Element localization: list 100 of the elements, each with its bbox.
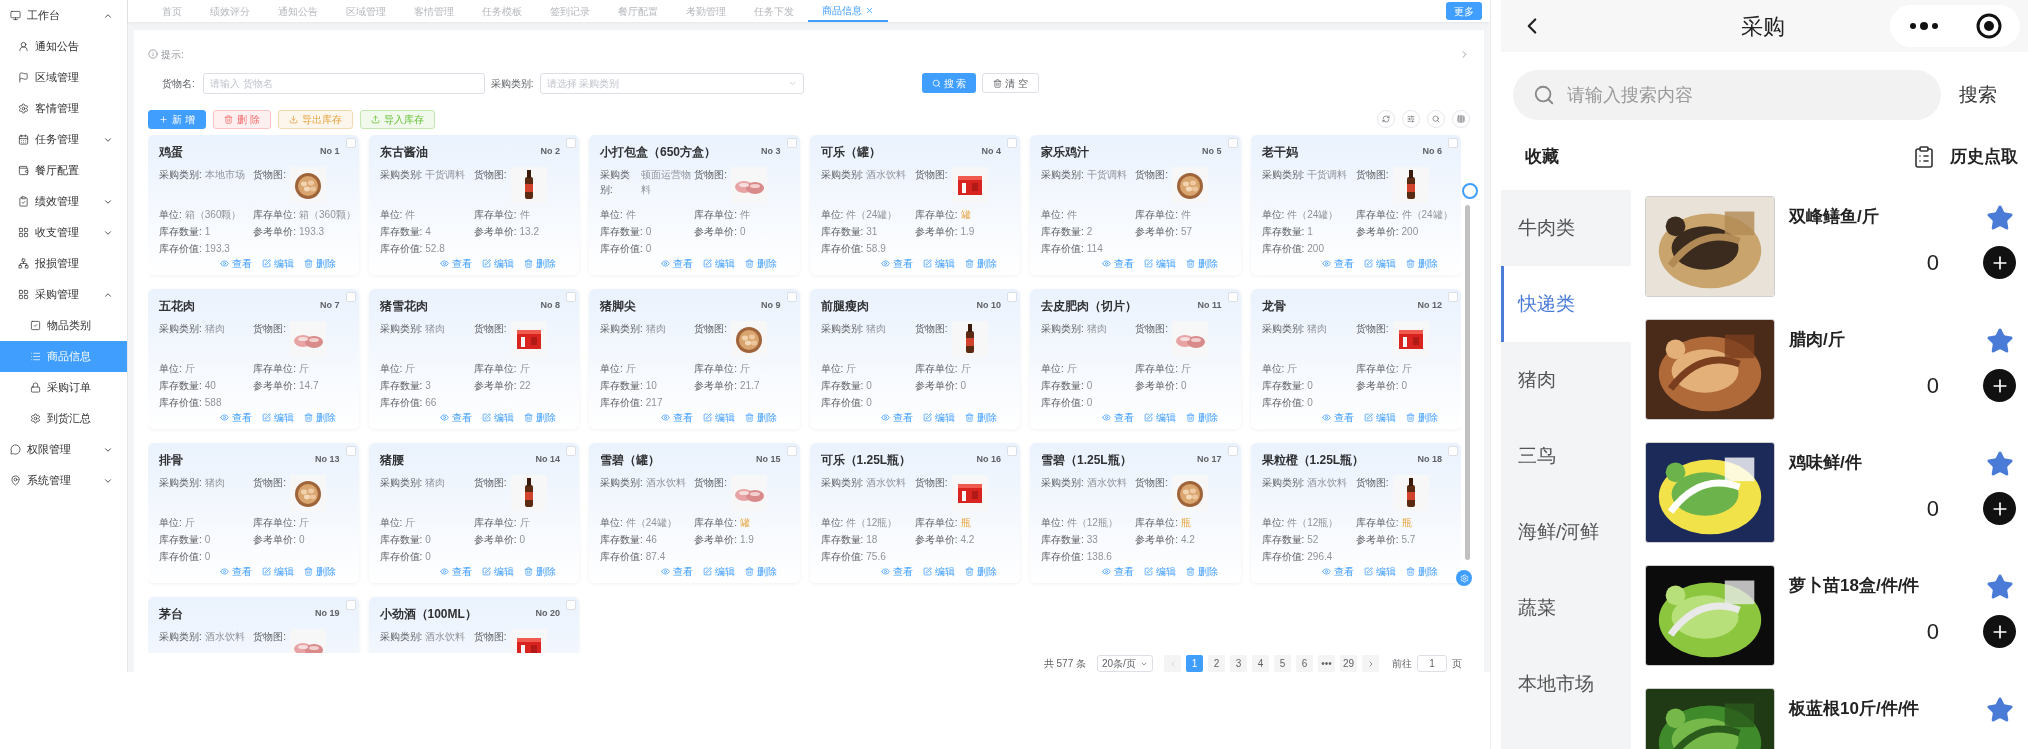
prev-page-button[interactable] <box>1164 655 1181 672</box>
card-action-link[interactable]: 查看 <box>660 410 693 425</box>
card-action-link[interactable]: 查看 <box>1322 410 1354 425</box>
card-checkbox[interactable] <box>345 292 356 302</box>
category-item[interactable]: 猪肉 <box>1501 342 1631 418</box>
capsule-menu[interactable] <box>1890 5 2020 47</box>
card-action-link[interactable]: 编辑 <box>1364 410 1396 425</box>
page-button[interactable]: ••• <box>1318 655 1335 672</box>
category-item[interactable]: 快递类 <box>1501 266 1631 342</box>
card-action-link[interactable]: 编辑 <box>923 410 955 425</box>
tab[interactable]: 区域管理 <box>332 0 400 22</box>
card-action-link[interactable]: 编辑 <box>702 564 735 579</box>
card-action-link[interactable]: 删除 <box>303 564 336 579</box>
sidebar-item[interactable]: 客情管理 <box>0 93 127 124</box>
card-action-link[interactable]: 编辑 <box>923 256 955 271</box>
page-button[interactable]: 1 <box>1186 655 1203 672</box>
page-button[interactable]: 29 <box>1340 655 1357 672</box>
card-action-link[interactable]: 删除 <box>1406 410 1438 425</box>
card-action-link[interactable]: 删除 <box>524 410 556 425</box>
card-action-link[interactable]: 删除 <box>744 256 777 271</box>
more-dots-icon[interactable] <box>1908 22 1939 30</box>
sidebar-item[interactable]: 餐厅配置 <box>0 155 127 186</box>
card-checkbox[interactable] <box>786 292 797 302</box>
card-action-link[interactable]: 编辑 <box>702 410 735 425</box>
tab[interactable]: 客情管理 <box>400 0 468 22</box>
card-action-link[interactable]: 编辑 <box>261 256 294 271</box>
card-action-link[interactable]: 编辑 <box>261 410 294 425</box>
category-item[interactable]: 海鲜/河鲜 <box>1501 494 1631 570</box>
card-action-link[interactable]: 编辑 <box>261 564 294 579</box>
card-action-link[interactable]: 编辑 <box>1364 256 1396 271</box>
card-action-link[interactable]: 编辑 <box>702 256 735 271</box>
card-action-link[interactable]: 查看 <box>1322 564 1354 579</box>
card-checkbox[interactable] <box>1007 138 1017 148</box>
card-action-link[interactable]: 查看 <box>440 564 472 579</box>
card-checkbox[interactable] <box>1007 446 1017 456</box>
toolbar-button[interactable]: 导出库存 <box>277 109 353 129</box>
card-action-link[interactable]: 删除 <box>744 410 777 425</box>
card-action-link[interactable]: 编辑 <box>1364 564 1396 579</box>
page-button[interactable]: 2 <box>1208 655 1225 672</box>
tab[interactable]: 考勤管理 <box>672 0 740 22</box>
card-action-link[interactable]: 删除 <box>965 410 997 425</box>
card-action-link[interactable]: 查看 <box>660 256 693 271</box>
card-checkbox[interactable] <box>1448 138 1458 148</box>
sidebar-item[interactable]: 绩效管理 <box>0 186 127 217</box>
category-item[interactable]: 本地市场 <box>1501 646 1631 722</box>
card-action-link[interactable]: 删除 <box>1185 564 1218 579</box>
card-action-link[interactable]: 查看 <box>881 564 913 579</box>
sidebar-item[interactable]: 物品类别 <box>0 310 127 341</box>
sidebar-item[interactable]: 报损管理 <box>0 248 127 279</box>
clipboard-icon[interactable] <box>1912 145 1936 169</box>
card-action-link[interactable]: 编辑 <box>482 564 514 579</box>
add-button[interactable] <box>1983 369 2016 402</box>
card-action-link[interactable]: 查看 <box>1322 256 1354 271</box>
page-button[interactable]: 5 <box>1274 655 1291 672</box>
card-checkbox[interactable] <box>1227 138 1238 148</box>
card-checkbox[interactable] <box>1227 292 1238 302</box>
card-action-link[interactable]: 删除 <box>303 410 336 425</box>
add-button[interactable] <box>1983 492 2016 525</box>
card-action-link[interactable]: 删除 <box>744 564 777 579</box>
card-checkbox[interactable] <box>1227 446 1238 456</box>
card-action-link[interactable]: 查看 <box>440 256 472 271</box>
star-icon[interactable] <box>1986 327 2014 355</box>
card-action-link[interactable]: 编辑 <box>923 564 955 579</box>
page-button[interactable]: 3 <box>1230 655 1247 672</box>
card-checkbox[interactable] <box>566 600 576 610</box>
card-checkbox[interactable] <box>566 446 576 456</box>
card-action-link[interactable]: 查看 <box>219 564 252 579</box>
sidebar-item[interactable]: 系统管理 <box>0 465 127 496</box>
sidebar-item[interactable]: 收支管理 <box>0 217 127 248</box>
card-checkbox[interactable] <box>786 138 797 148</box>
sidebar-item[interactable]: 到货汇总 <box>0 403 127 434</box>
card-action-link[interactable]: 编辑 <box>1143 256 1176 271</box>
tab[interactable]: 通知公告 <box>264 0 332 22</box>
card-checkbox[interactable] <box>566 292 576 302</box>
add-button[interactable] <box>1983 615 2016 648</box>
toolbar-button[interactable]: 删 除 <box>212 109 271 129</box>
category-item[interactable]: 三鸟 <box>1501 418 1631 494</box>
sidebar-item[interactable]: 商品信息 <box>0 341 127 372</box>
card-action-link[interactable]: 删除 <box>1406 256 1438 271</box>
card-action-link[interactable]: 编辑 <box>1143 410 1176 425</box>
sidebar-item[interactable]: 采购订单 <box>0 372 127 403</box>
search-button[interactable]: 搜 索 <box>921 73 977 93</box>
card-action-link[interactable]: 删除 <box>303 256 336 271</box>
page-size-select[interactable]: 20条/页 <box>1097 655 1153 672</box>
sidebar-item[interactable]: 采购管理 <box>0 279 127 310</box>
target-icon[interactable] <box>1975 13 2002 39</box>
category-item[interactable]: 蔬菜 <box>1501 570 1631 646</box>
card-action-link[interactable]: 查看 <box>881 410 913 425</box>
card-action-link[interactable]: 查看 <box>440 410 472 425</box>
search-field[interactable]: 请输入搜索内容 <box>1513 70 1941 120</box>
tab[interactable]: 商品信息 <box>808 0 888 22</box>
card-action-link[interactable]: 删除 <box>1406 564 1438 579</box>
star-icon[interactable] <box>1986 696 2014 724</box>
card-checkbox[interactable] <box>1448 446 1458 456</box>
category-item[interactable]: 牛肉类 <box>1501 190 1631 266</box>
card-checkbox[interactable] <box>566 138 576 148</box>
card-checkbox[interactable] <box>345 138 356 148</box>
sidebar-item[interactable]: 任务管理 <box>0 124 127 155</box>
star-icon[interactable] <box>1986 450 2014 478</box>
card-action-link[interactable]: 删除 <box>1185 410 1218 425</box>
